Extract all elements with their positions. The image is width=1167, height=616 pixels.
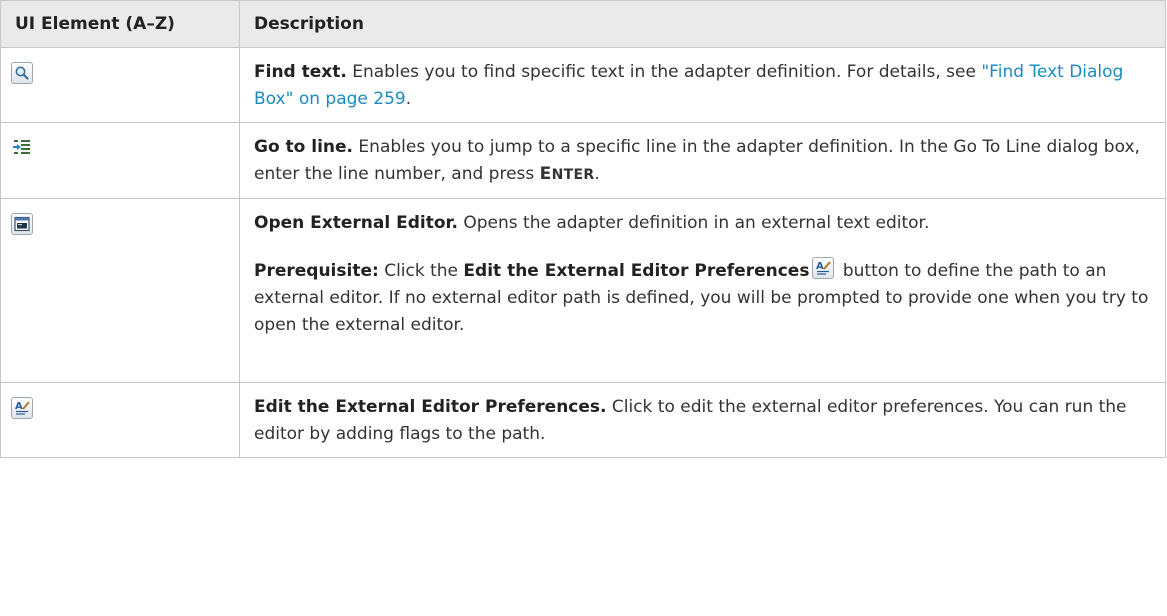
row-icon-cell: A [0,382,240,458]
element-title: Find text. [254,62,347,82]
go-to-line-icon[interactable] [11,137,33,159]
table-row: Open External Editor. Opens the adapter … [0,198,1166,383]
row-icon-cell [0,122,240,199]
row-description-cell: Find text. Enables you to find specific … [239,47,1166,123]
description-end: . [405,89,412,109]
table-row: Go to line. Enables you to jump to a spe… [0,122,1166,199]
description-text: Edit the External Editor Preferences. Cl… [254,394,1151,448]
external-editor-icon[interactable] [11,213,33,235]
ui-elements-table: UI Element (A–Z) Description Find text. … [0,0,1166,458]
row-description-cell: Edit the External Editor Preferences. Cl… [239,382,1166,458]
table-header-row: UI Element (A–Z) Description [0,0,1166,48]
row-icon-cell [0,198,240,383]
header-description: Description [239,0,1166,48]
svg-text:A: A [15,401,23,412]
editor-preferences-inline-icon: A [812,257,835,279]
description-body: Enables you to jump to a specific line i… [254,137,1140,184]
svg-text:A: A [816,261,824,272]
enter-key-label: ENTER [539,164,595,184]
row-description-cell: Open External Editor. Opens the adapter … [239,198,1166,383]
prerequisite-text: Prerequisite: Click the Edit the Externa… [254,257,1151,339]
description-end: . [594,164,600,184]
description-body: Enables you to find specific text in the… [346,62,982,82]
description-text: Go to line. Enables you to jump to a spe… [254,134,1151,189]
table-row: A Edit the External Editor Preferences. … [0,382,1166,458]
editor-preferences-icon[interactable]: A [11,397,33,419]
prerequisite-body: Click the [378,261,464,281]
element-title: Open External Editor. [254,213,458,233]
prerequisite-label: Prerequisite: [254,261,379,281]
enter-key-first: E [539,164,552,184]
row-description-cell: Go to line. Enables you to jump to a spe… [239,122,1166,199]
description-text: Open External Editor. Opens the adapter … [254,210,1151,237]
description-text: Find text. Enables you to find specific … [254,59,1151,113]
row-icon-cell [0,47,240,123]
header-ui-element: UI Element (A–Z) [0,0,240,48]
prerequisite-button-name: Edit the External Editor Preferences [463,261,810,281]
element-title: Edit the External Editor Preferences. [254,397,607,417]
find-text-icon[interactable] [11,62,33,84]
description-body: Opens the adapter definition in an exter… [457,213,930,233]
table-row: Find text. Enables you to find specific … [0,47,1166,123]
enter-key-rest: NTER [551,167,595,183]
element-title: Go to line. [254,137,354,157]
